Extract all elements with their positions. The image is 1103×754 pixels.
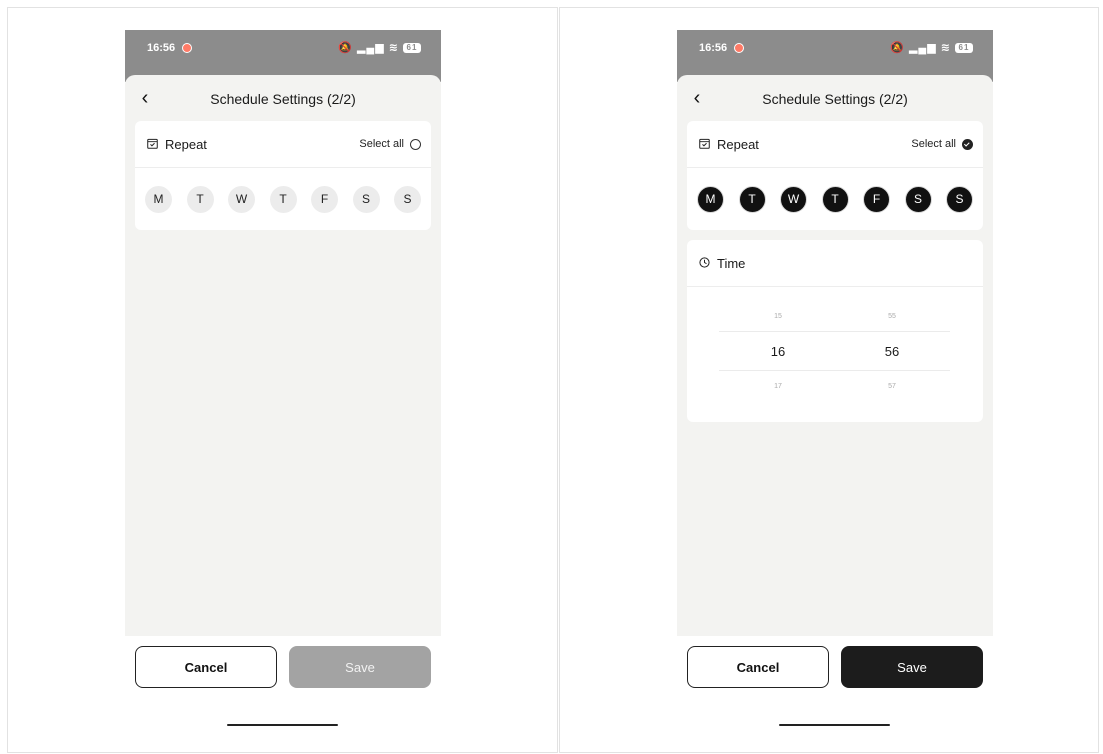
clock-icon [699, 257, 710, 268]
hour-prev[interactable]: 15 [748, 313, 808, 320]
day-saturday[interactable]: S [904, 185, 932, 213]
back-arrow-icon[interactable]: ‹ [135, 88, 155, 109]
settings-sheet: ‹ Schedule Settings (2/2) Repeat Select … [125, 75, 441, 636]
repeat-card-header: Repeat Select all [135, 121, 431, 168]
battery-icon: 61 [955, 43, 973, 54]
select-all-label: Select all [359, 138, 404, 150]
wifi-icon: ≋ [388, 42, 399, 54]
time-card-header: Time [687, 240, 983, 287]
day-tuesday[interactable]: T [186, 185, 214, 213]
status-time: 16:56 [699, 42, 728, 54]
day-monday[interactable]: M [145, 185, 172, 213]
select-all-label: Select all [911, 138, 956, 150]
wifi-icon: ≋ [940, 42, 951, 54]
screenshot-left-frame: 16:56 🔕 ▂▄▆ ≋ 61 ‹ Schedule Settings (2/… [7, 7, 558, 753]
header: ‹ Schedule Settings (2/2) [677, 75, 993, 125]
home-indicator[interactable] [227, 724, 338, 726]
repeat-card-header: Repeat Select all [687, 121, 983, 168]
day-selector: M T W T F S S [135, 168, 431, 230]
calendar-check-icon [699, 138, 710, 149]
back-arrow-icon[interactable]: ‹ [687, 88, 707, 109]
day-sunday[interactable]: S [946, 185, 973, 213]
battery-icon: 61 [403, 43, 421, 54]
mute-icon: 🔕 [890, 42, 905, 54]
repeat-card: Repeat Select all M T W T F S S [687, 121, 983, 230]
day-thursday[interactable]: T [269, 185, 297, 213]
day-thursday[interactable]: T [821, 185, 849, 213]
hour-next[interactable]: 17 [748, 383, 808, 390]
screenshot-right-frame: 16:56 🔕 ▂▄▆ ≋ 61 ‹ Schedule Settings (2/… [559, 7, 1099, 753]
day-wednesday[interactable]: W [228, 185, 255, 213]
minute-next[interactable]: 57 [862, 383, 922, 390]
signal-icon: ▂▄▆ [908, 42, 937, 54]
home-indicator[interactable] [779, 724, 890, 726]
day-selector: M T W T F S S [687, 168, 983, 230]
day-friday[interactable]: F [311, 185, 338, 213]
cancel-button[interactable]: Cancel [687, 646, 829, 688]
select-all-radio[interactable] [410, 138, 421, 150]
status-time: 16:56 [147, 42, 176, 54]
day-friday[interactable]: F [863, 185, 890, 213]
repeat-label: Repeat [717, 137, 759, 152]
bottom-bar: Cancel Save [677, 636, 993, 736]
cancel-button[interactable]: Cancel [135, 646, 277, 688]
select-all-toggle[interactable]: Select all [911, 135, 973, 153]
repeat-card: Repeat Select all M T W T F S S [135, 121, 431, 230]
calendar-check-icon [147, 138, 158, 149]
save-button[interactable]: Save [841, 646, 983, 688]
page-title: Schedule Settings (2/2) [210, 91, 356, 107]
recording-dot-icon [182, 43, 192, 53]
phone-screen: 16:56 🔕 ▂▄▆ ≋ 61 ‹ Schedule Settings (2/… [125, 30, 441, 736]
time-picker[interactable]: 15 55 16 56 17 57 [687, 287, 983, 421]
hour-selected[interactable]: 16 [748, 344, 808, 359]
minute-prev[interactable]: 55 [862, 313, 922, 320]
day-saturday[interactable]: S [352, 185, 380, 213]
select-all-check-icon[interactable] [962, 138, 973, 150]
status-icons: 🔕 ▂▄▆ ≋ 61 [338, 41, 421, 54]
repeat-label: Repeat [165, 137, 207, 152]
signal-icon: ▂▄▆ [356, 42, 385, 54]
day-sunday[interactable]: S [394, 185, 421, 213]
time-label: Time [717, 256, 746, 271]
mute-icon: 🔕 [338, 42, 353, 54]
minute-selected[interactable]: 56 [862, 344, 922, 359]
select-all-toggle[interactable]: Select all [359, 135, 421, 153]
time-card: Time 15 55 16 56 17 57 [687, 240, 983, 422]
bottom-bar: Cancel Save [125, 636, 441, 736]
phone-screen: 16:56 🔕 ▂▄▆ ≋ 61 ‹ Schedule Settings (2/… [677, 30, 993, 736]
recording-dot-icon [734, 43, 744, 53]
status-icons: 🔕 ▂▄▆ ≋ 61 [890, 41, 973, 54]
save-button[interactable]: Save [289, 646, 431, 688]
page-title: Schedule Settings (2/2) [762, 91, 908, 107]
header: ‹ Schedule Settings (2/2) [125, 75, 441, 125]
day-monday[interactable]: M [697, 185, 724, 213]
picker-divider-top [719, 331, 950, 332]
day-wednesday[interactable]: W [780, 185, 807, 213]
settings-sheet: ‹ Schedule Settings (2/2) Repeat Select … [677, 75, 993, 636]
picker-divider-bottom [719, 370, 950, 371]
day-tuesday[interactable]: T [738, 185, 766, 213]
